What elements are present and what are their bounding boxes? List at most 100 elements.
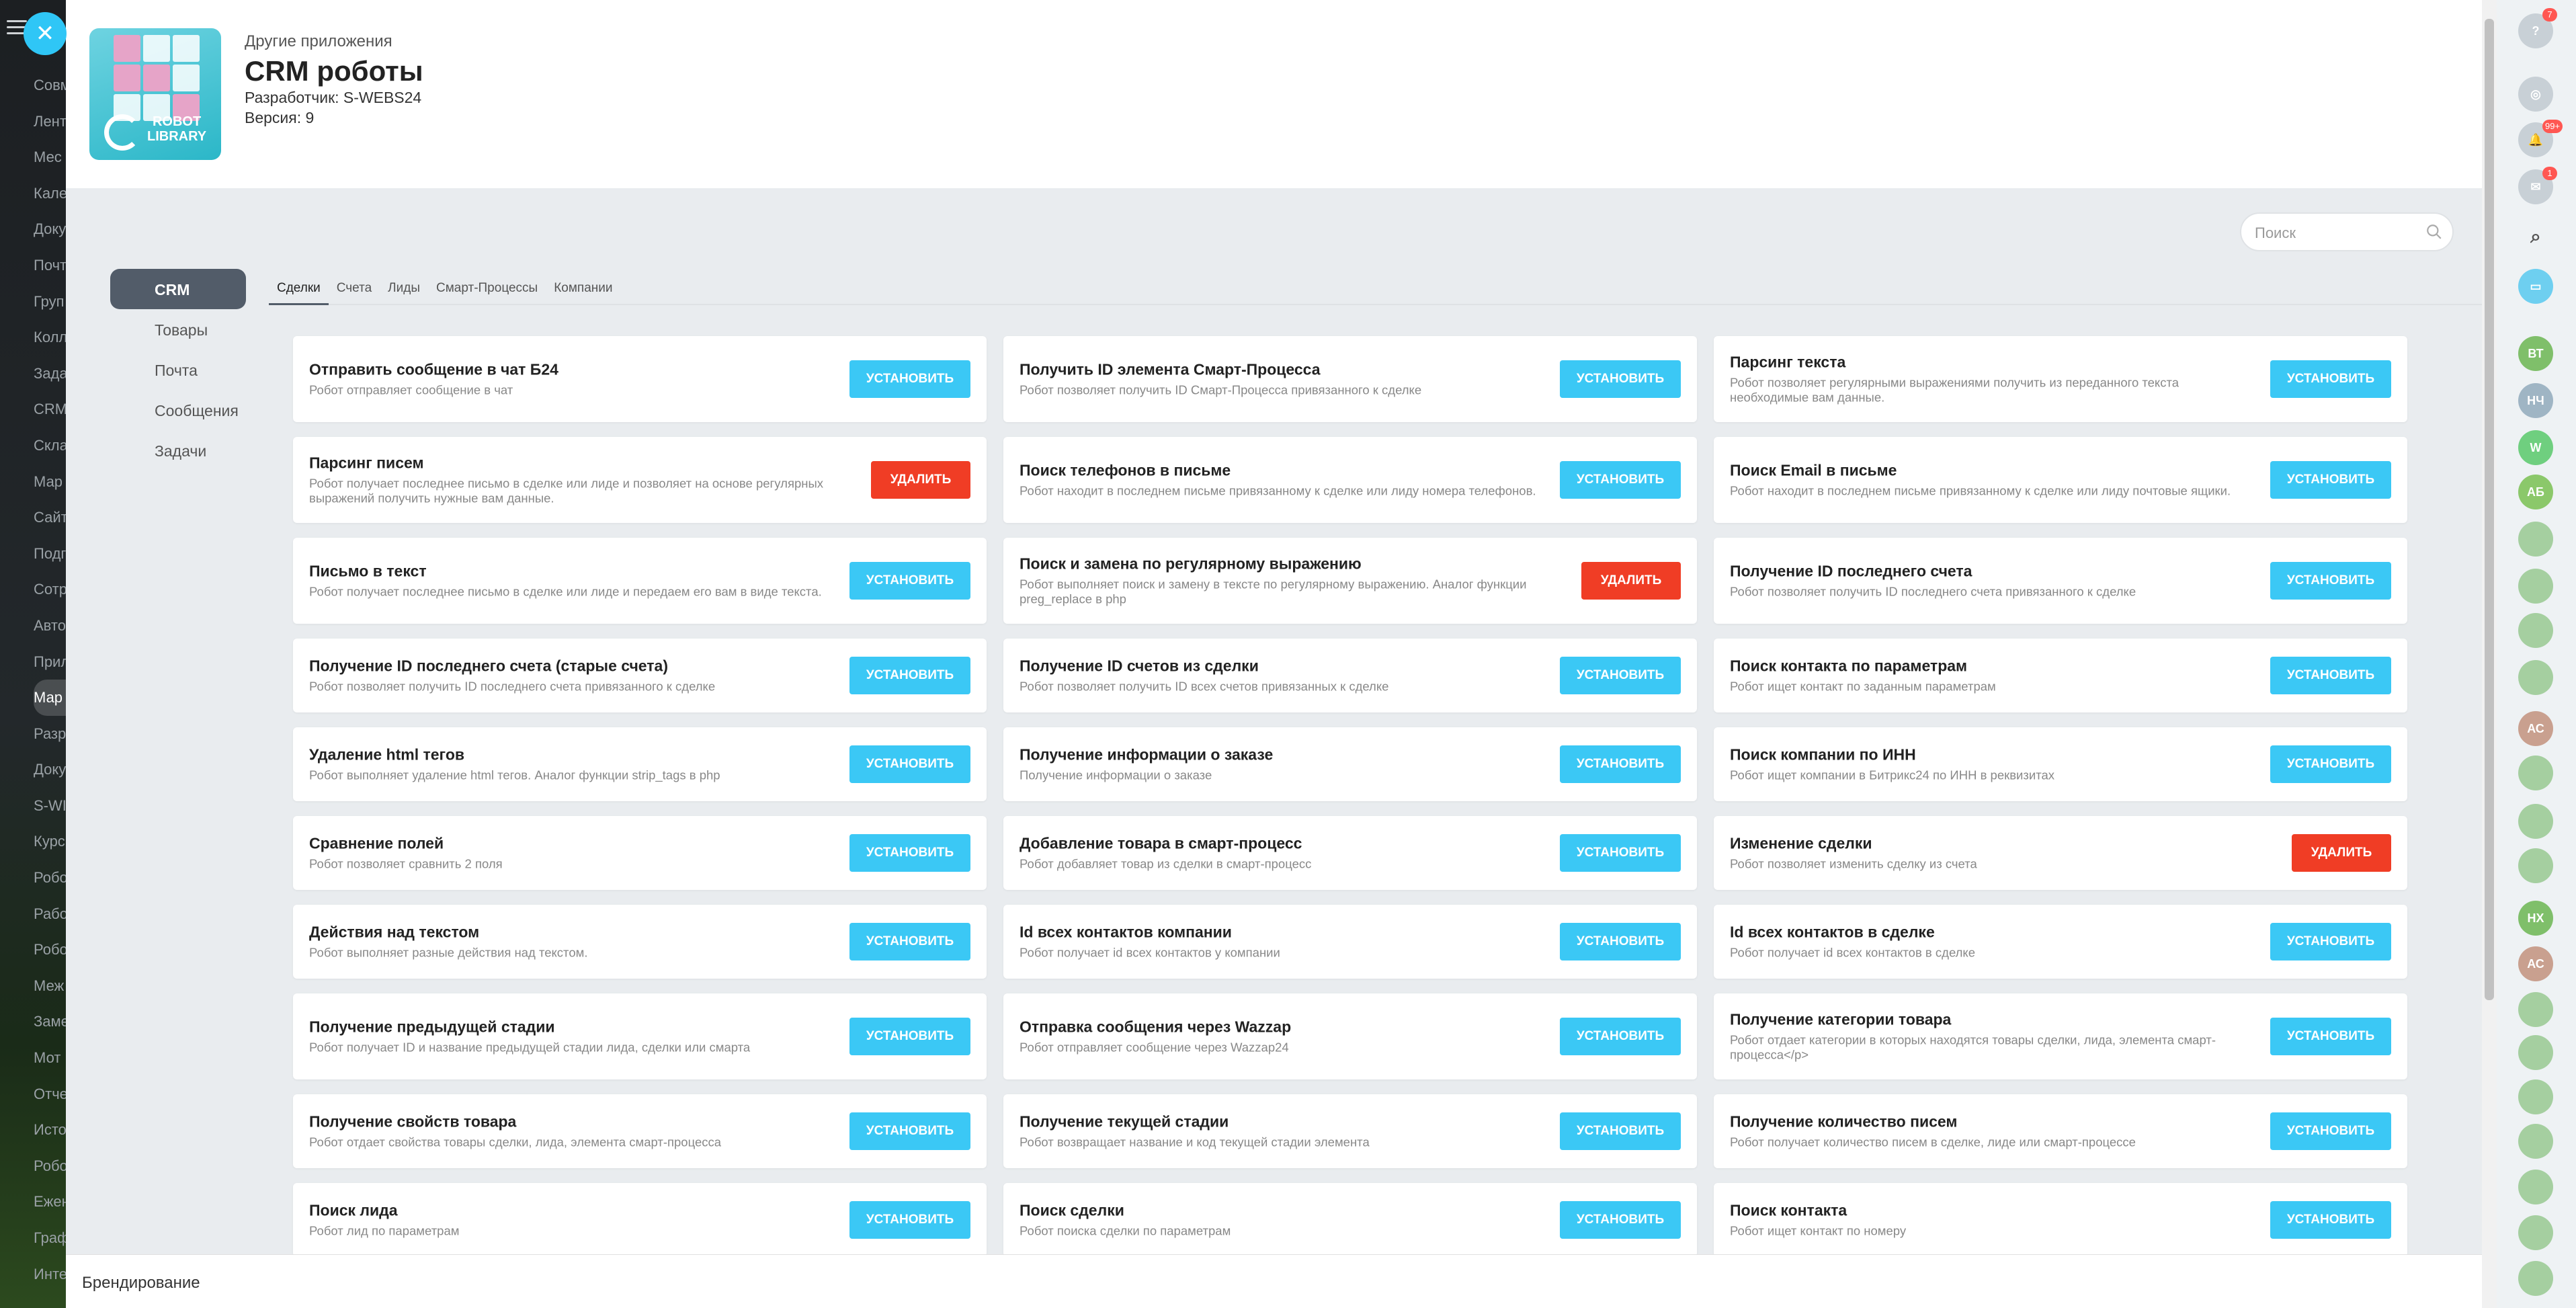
install-button[interactable]: УСТАНОВИТЬ <box>1560 1201 1681 1239</box>
user-group-icon[interactable] <box>2518 1261 2553 1296</box>
background-menu-item[interactable]: CRM <box>34 391 66 427</box>
install-button[interactable]: УСТАНОВИТЬ <box>2270 461 2391 499</box>
install-button[interactable]: УСТАНОВИТЬ <box>849 562 970 600</box>
user-avatar[interactable]: АС <box>2518 946 2553 981</box>
user-group-icon[interactable] <box>2518 848 2553 883</box>
background-menu-item[interactable]: Сайт <box>34 499 66 536</box>
scrollbar[interactable] <box>2482 0 2497 1308</box>
background-menu-item[interactable]: Доку <box>34 211 66 247</box>
user-group-icon[interactable] <box>2518 569 2553 604</box>
install-button[interactable]: УСТАНОВИТЬ <box>1560 657 1681 694</box>
user-avatar[interactable]: АБ <box>2518 475 2553 509</box>
background-menu-item[interactable]: Рабо <box>34 896 66 932</box>
install-button[interactable]: УСТАНОВИТЬ <box>2270 1018 2391 1055</box>
user-group-icon[interactable] <box>2518 522 2553 557</box>
background-menu-item[interactable]: Разр <box>34 716 66 752</box>
tab-5[interactable]: Компании <box>546 276 620 305</box>
user-group-icon[interactable] <box>2518 660 2553 695</box>
category-3[interactable]: Почта <box>110 350 246 390</box>
install-button[interactable]: УСТАНОВИТЬ <box>2270 1201 2391 1239</box>
background-menu-item[interactable]: Курс <box>34 823 66 860</box>
background-menu-item[interactable]: Кале <box>34 175 66 212</box>
user-group-icon[interactable] <box>2518 755 2553 790</box>
user-avatar[interactable]: W <box>2518 430 2553 465</box>
background-menu-item[interactable]: Робо <box>34 932 66 968</box>
install-button[interactable]: УСТАНОВИТЬ <box>1560 461 1681 499</box>
install-button[interactable]: УСТАНОВИТЬ <box>849 923 970 960</box>
branding-link[interactable]: Брендирование <box>82 1274 200 1293</box>
background-menu-item[interactable]: Колл <box>34 319 66 356</box>
install-button[interactable]: УСТАНОВИТЬ <box>849 1201 970 1239</box>
user-group-icon[interactable] <box>2518 1215 2553 1250</box>
install-button[interactable]: УСТАНОВИТЬ <box>1560 923 1681 960</box>
user-avatar[interactable]: НЧ <box>2518 383 2553 418</box>
category-2[interactable]: Товары <box>110 309 246 350</box>
background-menu-item[interactable]: Заме <box>34 1004 66 1040</box>
background-menu-item[interactable]: Сотр <box>34 571 66 608</box>
category-4[interactable]: Сообщения <box>110 390 246 430</box>
install-button[interactable]: УСТАНОВИТЬ <box>1560 1018 1681 1055</box>
tab-2[interactable]: Счета <box>329 276 380 305</box>
background-menu-item[interactable]: Почт <box>34 247 66 284</box>
user-group-icon[interactable] <box>2518 992 2553 1027</box>
background-menu-item[interactable]: Совм <box>34 67 66 104</box>
install-button[interactable]: УСТАНОВИТЬ <box>849 834 970 872</box>
close-slider-button[interactable]: ✕ <box>24 12 67 55</box>
background-menu-item[interactable]: Мес <box>34 139 66 175</box>
install-button[interactable]: УСТАНОВИТЬ <box>849 360 970 398</box>
background-menu-item[interactable]: Подг <box>34 536 66 572</box>
install-button[interactable]: УСТАНОВИТЬ <box>1560 834 1681 872</box>
user-avatar[interactable]: НХ <box>2518 901 2553 936</box>
background-menu-item[interactable]: Инте <box>34 1256 66 1293</box>
install-button[interactable]: УСТАНОВИТЬ <box>2270 657 2391 694</box>
background-menu-item[interactable]: Зада <box>34 356 66 392</box>
background-menu-item[interactable]: Прил <box>34 644 66 680</box>
install-button[interactable]: УСТАНОВИТЬ <box>2270 1112 2391 1150</box>
background-menu-item[interactable]: Доку <box>34 751 66 788</box>
rail-search-icon[interactable]: ⌕ <box>2518 219 2553 254</box>
background-menu-item[interactable]: Груп <box>34 284 66 320</box>
background-menu-item[interactable]: Авто <box>34 608 66 644</box>
install-button[interactable]: УСТАНОВИТЬ <box>2270 923 2391 960</box>
background-menu-item[interactable]: Мар <box>34 680 66 716</box>
tab-3[interactable]: Лиды <box>380 276 428 305</box>
background-menu-item[interactable]: Граф <box>34 1220 66 1256</box>
background-menu-item[interactable]: Отче <box>34 1076 66 1112</box>
timeline-icon[interactable]: ◎ <box>2518 77 2553 112</box>
background-menu-item[interactable]: Робо <box>34 860 66 896</box>
background-menu-item[interactable]: Скла <box>34 427 66 464</box>
category-1[interactable]: CRM <box>110 269 246 309</box>
install-button[interactable]: УСТАНОВИТЬ <box>849 1112 970 1150</box>
search-input[interactable]: Поиск <box>2240 212 2454 251</box>
user-group-icon[interactable] <box>2518 1124 2553 1159</box>
user-group-icon[interactable] <box>2518 1170 2553 1204</box>
background-menu-item[interactable]: Робо <box>34 1148 66 1184</box>
user-group-icon[interactable] <box>2518 804 2553 839</box>
install-button[interactable]: УСТАНОВИТЬ <box>849 1018 970 1055</box>
install-button[interactable]: УСТАНОВИТЬ <box>849 657 970 694</box>
background-menu-item[interactable]: Ежен <box>34 1184 66 1220</box>
delete-button[interactable]: УДАЛИТЬ <box>1581 562 1681 600</box>
user-avatar[interactable]: ВТ <box>2518 336 2553 371</box>
open-channel-icon[interactable]: ▭ <box>2518 269 2553 304</box>
scrollbar-thumb[interactable] <box>2485 19 2494 1000</box>
background-menu-item[interactable]: Исто <box>34 1112 66 1148</box>
tab-4[interactable]: Смарт-Процессы <box>428 276 546 305</box>
user-group-icon[interactable] <box>2518 613 2553 648</box>
user-group-icon[interactable] <box>2518 1035 2553 1070</box>
install-button[interactable]: УСТАНОВИТЬ <box>2270 745 2391 783</box>
delete-button[interactable]: УДАЛИТЬ <box>2292 834 2391 872</box>
install-button[interactable]: УСТАНОВИТЬ <box>1560 745 1681 783</box>
category-5[interactable]: Задачи <box>110 430 246 471</box>
install-button[interactable]: УСТАНОВИТЬ <box>849 745 970 783</box>
background-menu-item[interactable]: Лент <box>34 104 66 140</box>
background-menu-item[interactable]: S-WI <box>34 788 66 824</box>
user-group-icon[interactable] <box>2518 1079 2553 1114</box>
delete-button[interactable]: УДАЛИТЬ <box>871 461 970 499</box>
install-button[interactable]: УСТАНОВИТЬ <box>1560 360 1681 398</box>
background-menu-item[interactable]: Мот <box>34 1040 66 1076</box>
install-button[interactable]: УСТАНОВИТЬ <box>2270 360 2391 398</box>
background-menu-item[interactable]: Меж <box>34 968 66 1004</box>
background-menu-item[interactable]: Мар <box>34 464 66 500</box>
user-avatar[interactable]: АС <box>2518 711 2553 746</box>
